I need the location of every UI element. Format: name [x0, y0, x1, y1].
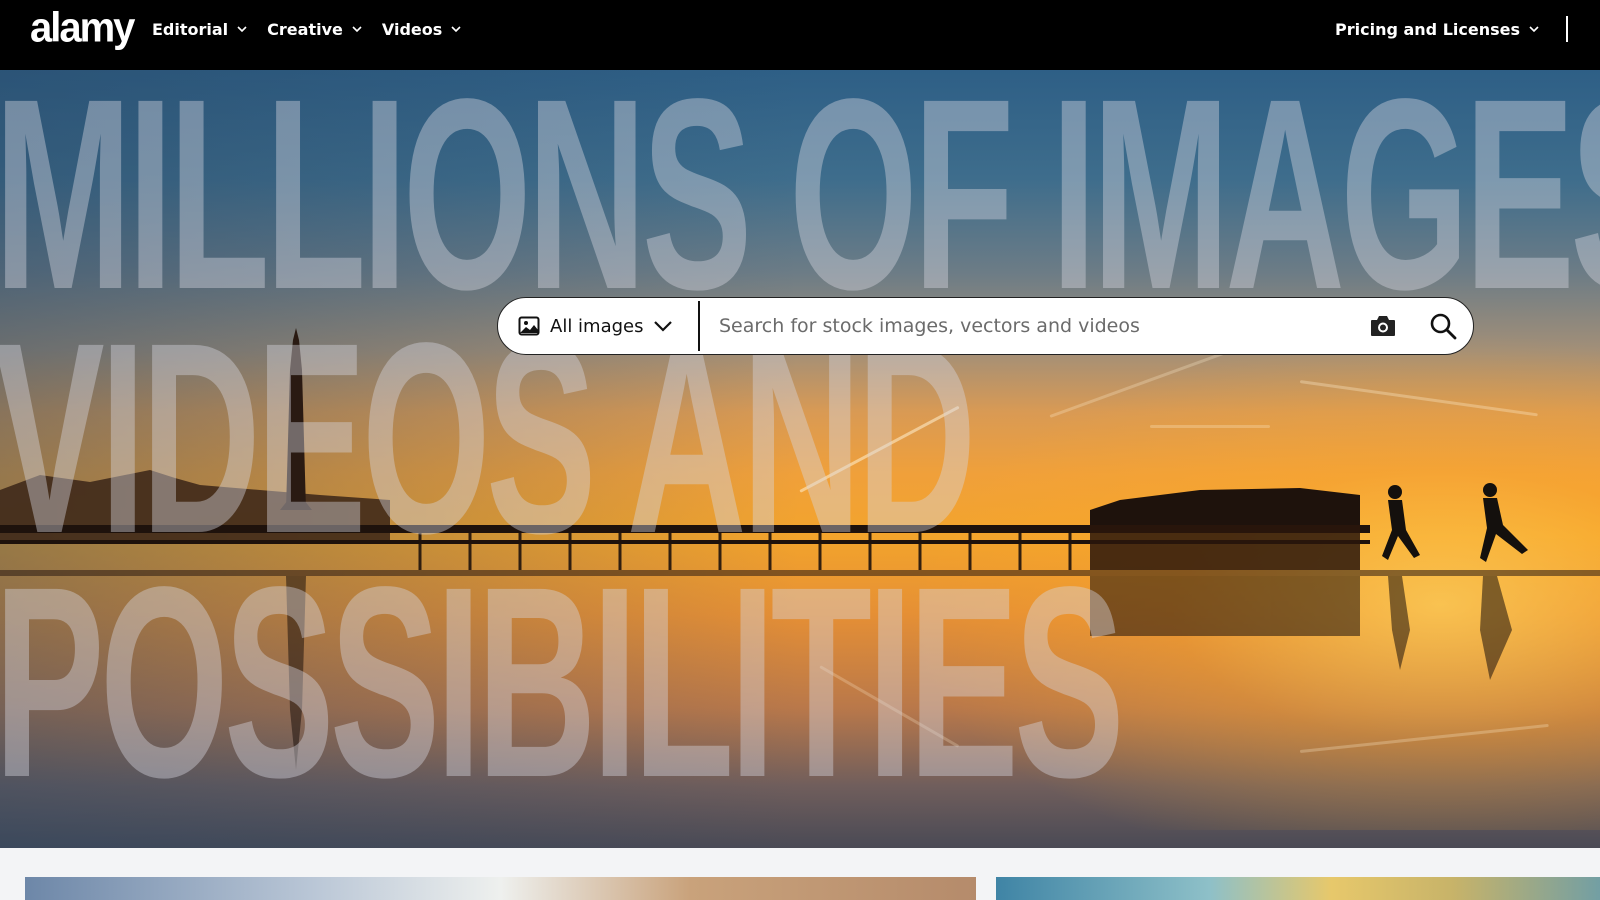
chevron-down-icon	[352, 26, 362, 33]
chevron-down-icon	[451, 26, 461, 33]
alamy-logo[interactable]: alamy	[30, 5, 135, 51]
pricing-label: Pricing and Licenses	[1335, 19, 1520, 39]
search-icon	[1430, 313, 1457, 340]
chevron-down-icon	[237, 26, 247, 33]
nav-creative[interactable]: Creative	[267, 20, 362, 39]
search-input[interactable]	[700, 298, 1353, 354]
nav-editorial[interactable]: Editorial	[152, 20, 247, 39]
nav-creative-label: Creative	[267, 19, 343, 39]
nav-divider	[1566, 16, 1568, 42]
nav-videos-label: Videos	[381, 19, 443, 39]
featured-card-image[interactable]	[25, 877, 976, 900]
search-type-dropdown[interactable]: All images	[498, 298, 698, 354]
camera-search-button[interactable]	[1353, 298, 1413, 354]
search-bar: All images	[497, 297, 1474, 355]
featured-card-image[interactable]	[996, 877, 1600, 900]
hero-headline-line3: POSSIBILITIES	[0, 530, 1125, 834]
search-button[interactable]	[1413, 298, 1473, 354]
top-navigation: alamy Editorial Creative Videos Pricing …	[0, 0, 1600, 70]
camera-icon	[1371, 316, 1395, 336]
nav-editorial-label: Editorial	[152, 19, 229, 39]
search-type-label: All images	[550, 315, 644, 337]
chevron-down-icon	[654, 321, 673, 332]
main-nav: Editorial Creative Videos	[152, 0, 463, 58]
pricing-and-licenses-menu[interactable]: Pricing and Licenses	[1335, 0, 1568, 58]
chevron-down-icon	[1529, 26, 1539, 33]
hero-banner: MILLIONS OF IMAGES VIDEOS AND POSSIBILIT…	[0, 70, 1600, 848]
image-icon	[518, 316, 540, 336]
nav-videos[interactable]: Videos	[382, 20, 461, 39]
